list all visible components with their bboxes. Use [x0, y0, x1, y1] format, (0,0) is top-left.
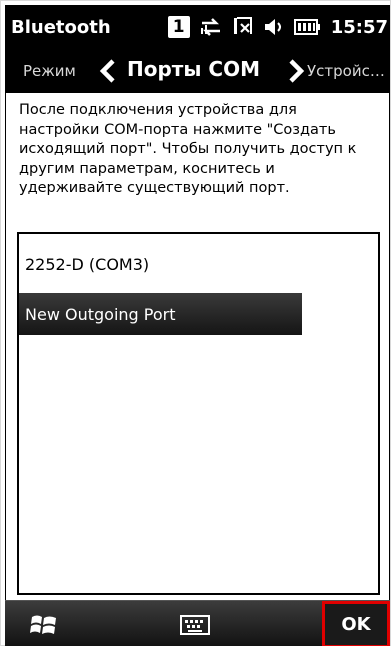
status-icons: 1 15:57	[167, 14, 388, 40]
windows-start-icon[interactable]	[29, 612, 59, 638]
list-item-com3[interactable]: 2252-D (COM3)	[19, 243, 299, 285]
ok-button[interactable]: OK	[322, 601, 390, 646]
clock: 15:57	[330, 16, 388, 38]
tab-devices[interactable]: Устройс…	[307, 62, 385, 80]
app-title: Bluetooth	[11, 17, 111, 38]
keyboard-icon[interactable]	[180, 615, 210, 635]
battery-icon	[293, 18, 320, 36]
port-list[interactable]: 2252-D (COM3) New Outgoing Port	[17, 232, 380, 595]
instructions-text: После подключения устройства для настрой…	[19, 102, 357, 196]
command-bar: OK	[5, 600, 390, 646]
tab-com-ports[interactable]: Порты COM	[127, 57, 260, 81]
sync-icon	[199, 16, 223, 38]
chevron-right-icon[interactable]	[287, 58, 305, 88]
chevron-left-icon[interactable]	[97, 58, 119, 88]
tab-mode[interactable]: Режим	[23, 62, 76, 80]
status-bar: Bluetooth 1 15:57	[5, 5, 390, 49]
volume-off-icon	[263, 16, 285, 38]
pivot-header: Режим Порты COM Устройс…	[5, 49, 390, 93]
signal-off-icon	[232, 16, 254, 38]
sim-icon: 1	[167, 16, 190, 38]
list-item-new-outgoing-port[interactable]: New Outgoing Port	[19, 293, 302, 335]
main-content: После подключения устройства для настрой…	[5, 93, 390, 600]
device-screen: Bluetooth 1 15:57 Режим Порты COM Устрой…	[0, 0, 391, 646]
